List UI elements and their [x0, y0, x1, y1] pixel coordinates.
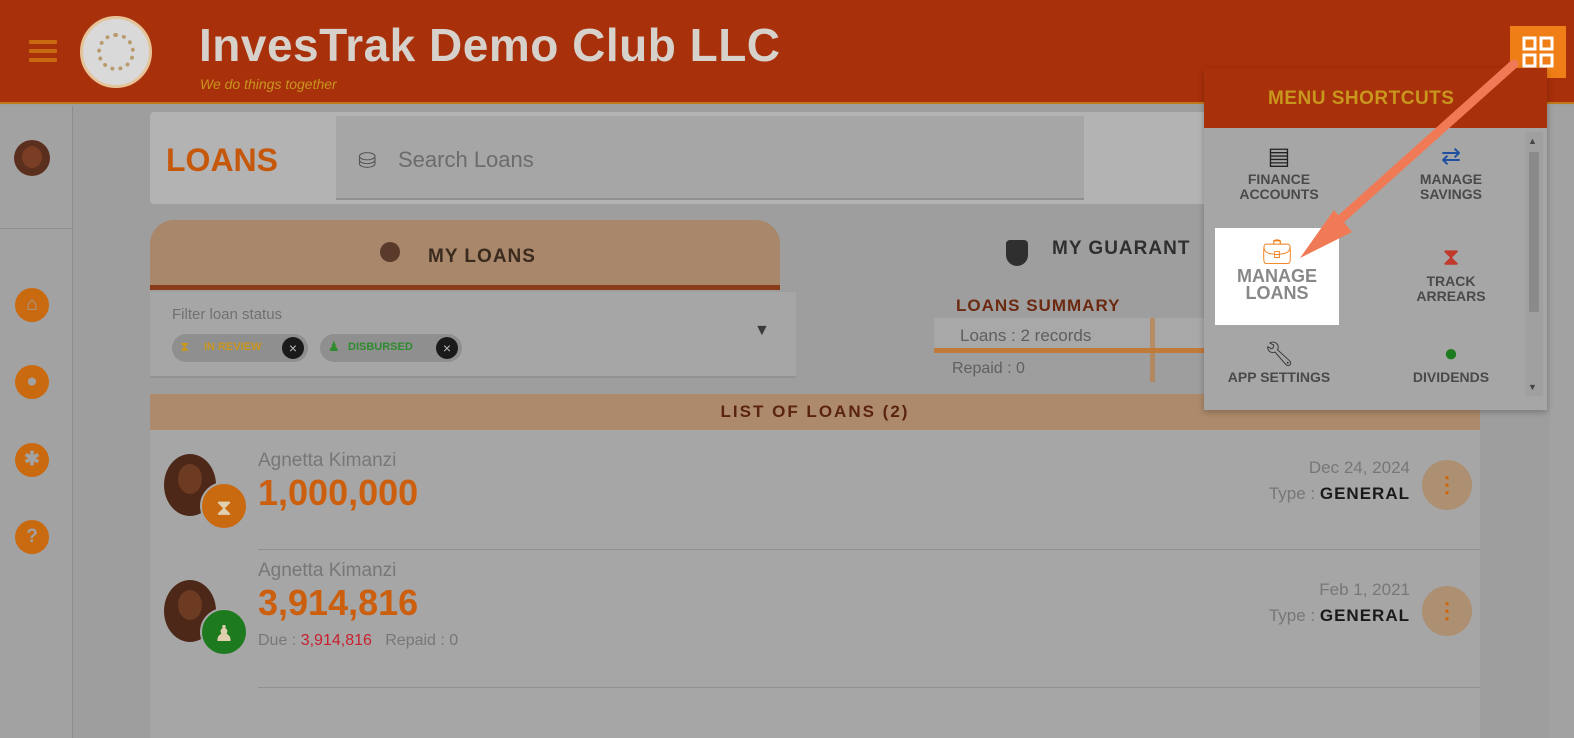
row-divider: [258, 687, 1480, 688]
list-item[interactable]: ♟ Agnetta Kimanzi 3,914,816 Due : 3,914,…: [150, 556, 1480, 688]
hourglass-icon: ⧗: [200, 482, 248, 530]
chevron-down-icon[interactable]: ▼: [754, 322, 770, 340]
repaid-label: Repaid : 0: [385, 632, 459, 649]
tab-my-loans-label: MY LOANS: [428, 246, 536, 267]
borrower-name: Agnetta Kimanzi: [258, 560, 397, 581]
shortcut-manage-loans[interactable]: 💼︎ MANAGE LOANS: [1215, 228, 1339, 325]
hourglass-icon: ⧗: [180, 339, 190, 354]
shortcuts-scrollbar[interactable]: ▲ ▼: [1525, 132, 1543, 396]
settings-gear-icon[interactable]: ✱: [15, 443, 49, 477]
loans-list: ⧗ Agnetta Kimanzi 1,000,000 Dec 24, 2024…: [150, 430, 1480, 738]
due-label: Due :: [258, 632, 297, 649]
user-avatar[interactable]: [14, 140, 50, 176]
user-icon: ♟: [200, 608, 248, 656]
chip-disbursed-label: DISBURSED: [348, 341, 413, 353]
loans-toolbar: LOANS ⛁: [150, 112, 1250, 204]
shortcut-manage-savings[interactable]: ⇄ MANAGE SAVINGS: [1376, 134, 1526, 220]
page-scrollbar[interactable]: [1550, 106, 1574, 738]
shortcut-label: SAVINGS: [1420, 186, 1482, 202]
shortcut-label: FINANCE: [1247, 171, 1311, 187]
more-options-button[interactable]: ⋮: [1422, 586, 1472, 636]
page-title: LOANS: [166, 142, 278, 178]
summary-loans: Loans : 2 records: [960, 326, 1092, 345]
money-bag-icon: ●: [1443, 340, 1459, 367]
search-box[interactable]: ⛁: [336, 116, 1084, 200]
shortcut-label: DIVIDENDS: [1412, 369, 1490, 385]
filter-label: Filter loan status: [172, 306, 283, 323]
shortcut-dividends[interactable]: ● DIVIDENDS: [1376, 332, 1526, 418]
chip-in-review-label: IN REVIEW: [204, 341, 262, 353]
menu-shortcuts-header: MENU SHORTCUTS: [1204, 68, 1547, 128]
wrench-icon: 🔧︎: [1263, 341, 1295, 368]
loan-type-label: Type :: [1268, 484, 1316, 503]
scroll-up-icon[interactable]: ▲: [1528, 136, 1537, 146]
menu-shortcuts-title: MENU SHORTCUTS: [1268, 88, 1455, 109]
loan-amount: 1,000,000: [258, 472, 419, 513]
shortcut-app-settings[interactable]: 🔧︎ APP SETTINGS: [1204, 332, 1354, 418]
scroll-thumb[interactable]: [1529, 152, 1539, 312]
loan-date: Feb 1, 2021: [1319, 580, 1410, 599]
chip-remove-icon[interactable]: ×: [436, 337, 458, 359]
chip-remove-icon[interactable]: ×: [282, 337, 304, 359]
tab-my-guarantees-label: MY GUARANT: [1052, 238, 1191, 259]
chip-in-review[interactable]: ⧗ IN REVIEW ×: [172, 334, 308, 362]
shortcut-label: APP SETTINGS: [1227, 369, 1331, 385]
help-icon[interactable]: ?: [15, 520, 49, 554]
shortcut-label: ARREARS: [1416, 288, 1486, 304]
loan-status-filter[interactable]: Filter loan status ⧗ IN REVIEW × ♟ DISBU…: [150, 292, 796, 378]
tab-my-loans[interactable]: MY LOANS: [150, 220, 780, 290]
row-divider: [258, 549, 1480, 550]
profile-icon[interactable]: ●: [15, 365, 49, 399]
app-title: InvesTrak Demo Club LLC: [199, 19, 781, 71]
due-value: 3,914,816: [300, 632, 372, 649]
grid-icon: [1522, 36, 1554, 68]
hamburger-menu-icon[interactable]: [29, 40, 57, 64]
summary-repaid: Repaid : 0: [952, 360, 1025, 377]
summary-title: LOANS SUMMARY: [956, 296, 1121, 315]
loans-icon: 💼︎: [1261, 239, 1293, 266]
search-icon: ⛁: [358, 148, 377, 173]
home-icon[interactable]: ⌂: [15, 288, 49, 322]
summary-divider: [1150, 318, 1155, 382]
tab-my-guarantees[interactable]: MY GUARANT: [994, 238, 1190, 260]
hourglass-icon: ⧗: [1442, 244, 1460, 271]
loan-date: Dec 24, 2024: [1308, 458, 1410, 477]
shortcut-label: ACCOUNTS: [1239, 186, 1319, 202]
loan-amount: 3,914,816: [258, 582, 419, 623]
finance-icon: ▤: [1267, 143, 1291, 170]
scroll-down-icon[interactable]: ▼: [1528, 382, 1537, 392]
loan-type-value: GENERAL: [1319, 606, 1410, 625]
club-logo: [80, 16, 152, 88]
sidebar: ⌂ ● ✱ ?: [0, 106, 73, 738]
more-options-button[interactable]: ⋮: [1422, 460, 1472, 510]
chip-disbursed[interactable]: ♟ DISBURSED ×: [320, 334, 462, 362]
loan-bag-icon: [380, 242, 400, 262]
shortcut-finance-accounts[interactable]: ▤ FINANCE ACCOUNTS: [1204, 134, 1354, 220]
shortcut-label: MANAGE: [1419, 171, 1483, 187]
search-input[interactable]: [396, 144, 1000, 176]
loan-type-value: GENERAL: [1319, 484, 1410, 503]
borrower-name: Agnetta Kimanzi: [258, 450, 397, 471]
sidebar-divider: [0, 228, 72, 229]
due-line: Due : 3,914,816 Repaid : 0: [258, 632, 458, 650]
shortcut-label: LOANS: [1245, 283, 1309, 303]
shortcut-label: TRACK: [1426, 273, 1476, 289]
shortcut-track-arrears[interactable]: ⧗ TRACK ARREARS: [1376, 236, 1526, 322]
loan-type: Type : GENERAL: [1269, 606, 1410, 626]
list-header-label: LIST OF LOANS (2): [720, 402, 910, 421]
savings-icon: ⇄: [1440, 143, 1462, 170]
loan-type: Type : GENERAL: [1269, 484, 1410, 504]
loan-type-label: Type :: [1268, 606, 1316, 625]
list-item[interactable]: ⧗ Agnetta Kimanzi 1,000,000 Dec 24, 2024…: [150, 430, 1480, 550]
app-subtitle: We do things together: [200, 76, 337, 92]
user-icon: ♟: [328, 339, 340, 354]
